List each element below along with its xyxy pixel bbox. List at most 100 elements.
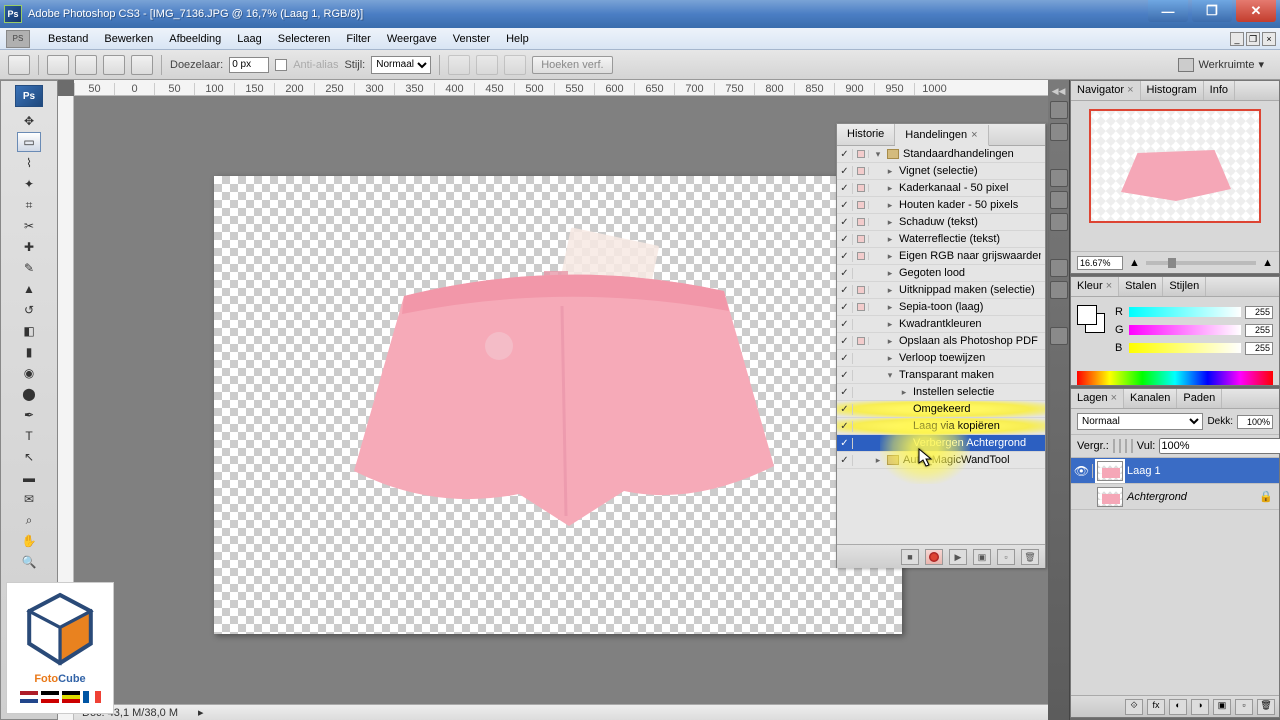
- tab-historie[interactable]: Historie: [837, 124, 895, 145]
- menu-afbeelding[interactable]: Afbeelding: [161, 33, 229, 45]
- action-row[interactable]: ✓▸Kaderkanaal - 50 pixel: [837, 180, 1045, 197]
- action-row[interactable]: ✓▸Eigen RGB naar grijswaarden: [837, 248, 1045, 265]
- action-row[interactable]: ✓▸Opslaan als Photoshop PDF: [837, 333, 1045, 350]
- notes-tool[interactable]: ✉: [17, 489, 41, 509]
- pen-tool[interactable]: ✒: [17, 405, 41, 425]
- toggle-icon[interactable]: ✓: [837, 149, 853, 160]
- menu-help[interactable]: Help: [498, 33, 537, 45]
- fill-input[interactable]: [1159, 438, 1280, 454]
- zoom-input[interactable]: [1077, 256, 1123, 270]
- doc-minimize-button[interactable]: _: [1230, 32, 1244, 46]
- ps-badge-icon[interactable]: Ps: [15, 85, 43, 107]
- dock-expand-icon[interactable]: ◀◀: [1052, 86, 1066, 97]
- delete-button[interactable]: 🗑: [1021, 549, 1039, 565]
- maximize-button[interactable]: ❐: [1192, 0, 1232, 22]
- action-row[interactable]: ✓▸Verloop toewijzen: [837, 350, 1045, 367]
- action-step-row[interactable]: ✓▸Instellen selectie: [837, 384, 1045, 401]
- action-step-row[interactable]: ✓Omgekeerd: [837, 401, 1045, 418]
- navigator-thumbnail[interactable]: [1089, 109, 1261, 223]
- selection-add-icon[interactable]: [75, 55, 97, 75]
- layer-fx-icon[interactable]: fx: [1147, 699, 1165, 715]
- marquee-tool[interactable]: ▭: [17, 132, 41, 152]
- hand-tool[interactable]: ✋: [17, 531, 41, 551]
- dock-para-icon[interactable]: [1050, 281, 1068, 299]
- dock-history-icon[interactable]: [1050, 101, 1068, 119]
- action-row[interactable]: ✓▸Houten kader - 50 pixels: [837, 197, 1045, 214]
- selection-intersect-icon[interactable]: [131, 55, 153, 75]
- menu-venster[interactable]: Venster: [445, 33, 498, 45]
- blend-mode-select[interactable]: Normaal: [1077, 413, 1203, 430]
- heal-tool[interactable]: ✚: [17, 237, 41, 257]
- action-row[interactable]: ✓▸Schaduw (tekst): [837, 214, 1045, 231]
- r-slider[interactable]: [1129, 307, 1241, 317]
- tab-kanalen[interactable]: Kanalen: [1124, 389, 1177, 408]
- document-canvas[interactable]: [214, 176, 902, 634]
- status-arrow-icon[interactable]: ▸: [198, 706, 204, 719]
- trash-icon[interactable]: 🗑: [1257, 699, 1275, 715]
- r-value[interactable]: 255: [1245, 306, 1273, 319]
- doc-restore-button[interactable]: ❐: [1246, 32, 1260, 46]
- zoom-in-icon[interactable]: ▲: [1262, 257, 1273, 269]
- stamp-tool[interactable]: ▲: [17, 279, 41, 299]
- layer-row[interactable]: 👁 Laag 1: [1071, 458, 1279, 484]
- shape-tool[interactable]: ▬: [17, 468, 41, 488]
- color-swatch[interactable]: [1077, 305, 1105, 333]
- layer-mask-icon[interactable]: ◐: [1169, 699, 1187, 715]
- dock-char-icon[interactable]: [1050, 259, 1068, 277]
- new-set-button[interactable]: ▣: [973, 549, 991, 565]
- crop-tool[interactable]: ⌗: [17, 195, 41, 215]
- menu-filter[interactable]: Filter: [338, 33, 378, 45]
- dock-tool-presets-icon[interactable]: [1050, 169, 1068, 187]
- color-spectrum[interactable]: [1077, 371, 1273, 385]
- tab-kleur[interactable]: Kleur×: [1071, 277, 1119, 296]
- g-slider[interactable]: [1129, 325, 1241, 335]
- dock-brushes-icon[interactable]: [1050, 191, 1068, 209]
- lock-all-icon[interactable]: [1131, 439, 1133, 453]
- new-action-button[interactable]: ▫: [997, 549, 1015, 565]
- g-value[interactable]: 255: [1245, 324, 1273, 337]
- menu-selecteren[interactable]: Selecteren: [270, 33, 339, 45]
- path-tool[interactable]: ↖: [17, 447, 41, 467]
- feather-input[interactable]: [229, 57, 269, 73]
- tab-handelingen[interactable]: Handelingen×: [895, 125, 988, 146]
- play-button[interactable]: ▶: [949, 549, 967, 565]
- move-tool[interactable]: ✥: [17, 111, 41, 131]
- lock-transparency-icon[interactable]: [1113, 439, 1115, 453]
- action-row[interactable]: ✓▸Uitknippad maken (selectie): [837, 282, 1045, 299]
- menu-laag[interactable]: Laag: [229, 33, 269, 45]
- action-step-row[interactable]: ✓Laag via kopiëren: [837, 418, 1045, 435]
- refine-edge-button[interactable]: Hoeken verf.: [532, 56, 612, 74]
- wand-tool[interactable]: ✦: [17, 174, 41, 194]
- close-button[interactable]: ✕: [1236, 0, 1276, 22]
- workspace-button[interactable]: Werkruimte▾: [1170, 56, 1272, 74]
- tab-info[interactable]: Info: [1204, 81, 1235, 100]
- dialog-icon[interactable]: [853, 150, 869, 158]
- record-button[interactable]: [925, 549, 943, 565]
- type-tool[interactable]: T: [17, 426, 41, 446]
- layer-thumbnail[interactable]: [1097, 461, 1123, 481]
- visibility-icon[interactable]: 👁: [1071, 464, 1093, 478]
- menu-bestand[interactable]: Bestand: [40, 33, 96, 45]
- layer-name[interactable]: Achtergrond: [1127, 491, 1187, 503]
- minimize-button[interactable]: —: [1148, 0, 1188, 22]
- slice-tool[interactable]: ✂: [17, 216, 41, 236]
- gradient-tool[interactable]: ▮: [17, 342, 41, 362]
- ps-logo-icon[interactable]: PS: [6, 30, 30, 48]
- tab-stalen[interactable]: Stalen: [1119, 277, 1163, 296]
- lasso-tool[interactable]: ⌇: [17, 153, 41, 173]
- dodge-tool[interactable]: ⬤: [17, 384, 41, 404]
- selection-new-icon[interactable]: [47, 55, 69, 75]
- tab-histogram[interactable]: Histogram: [1141, 81, 1204, 100]
- b-value[interactable]: 255: [1245, 342, 1273, 355]
- action-set-row[interactable]: ✓ ▾ Standaardhandelingen: [837, 146, 1045, 163]
- action-row[interactable]: ✓▸Gegoten lood: [837, 265, 1045, 282]
- dock-clone-icon[interactable]: [1050, 213, 1068, 231]
- b-slider[interactable]: [1129, 343, 1241, 353]
- lock-position-icon[interactable]: [1125, 439, 1127, 453]
- selection-subtract-icon[interactable]: [103, 55, 125, 75]
- action-step-row-selected[interactable]: ✓Verbergen Achtergrond: [837, 435, 1045, 452]
- tab-stijlen[interactable]: Stijlen: [1163, 277, 1206, 296]
- tab-navigator[interactable]: Navigator×: [1071, 81, 1141, 100]
- adjustment-layer-icon[interactable]: ◑: [1191, 699, 1209, 715]
- layer-thumbnail[interactable]: [1097, 487, 1123, 507]
